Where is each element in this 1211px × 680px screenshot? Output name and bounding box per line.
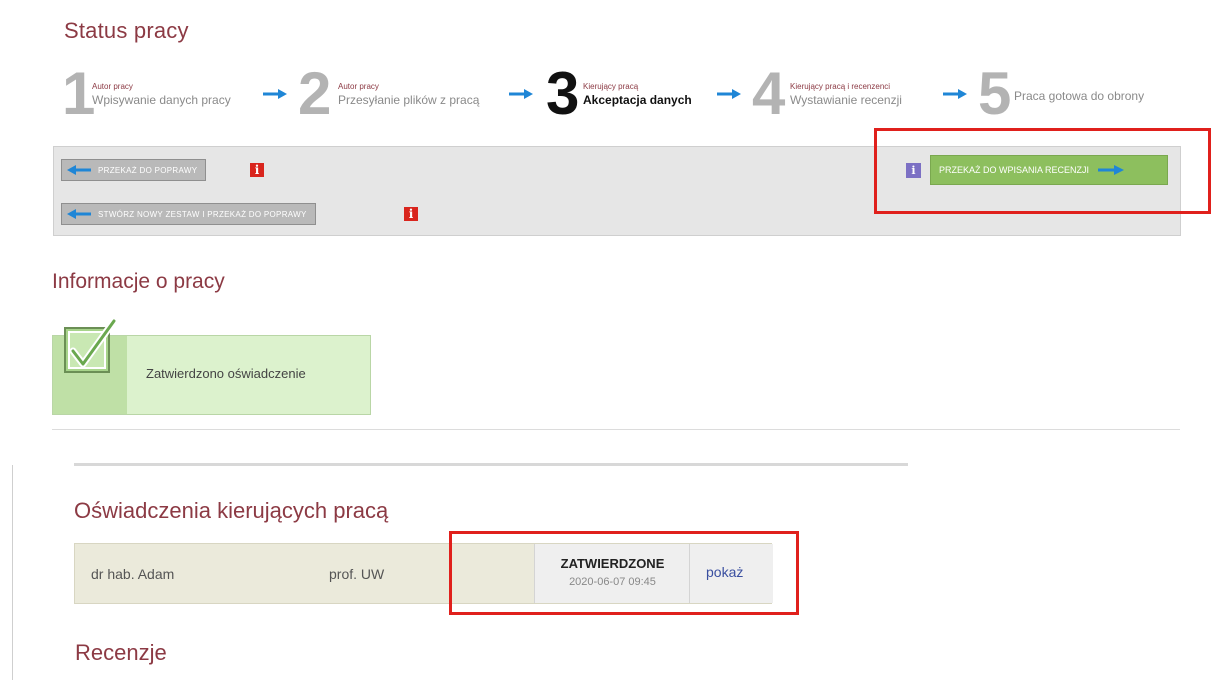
step-label: Przesyłanie plików z pracą	[338, 93, 480, 107]
step-role: Kierujący pracą	[583, 82, 639, 91]
step-label: Wystawianie recenzji	[790, 93, 902, 107]
button-label: PRZEKAŻ DO POPRAWY	[98, 165, 198, 175]
arrow-right-icon	[942, 88, 968, 100]
step-role: Autor pracy	[338, 82, 379, 91]
step-label: Praca gotowa do obrony	[1014, 89, 1145, 103]
arrow-left-icon	[67, 165, 91, 175]
button-label: STWÓRZ NOWY ZESTAW I PRZEKAŻ DO POPRAWY	[98, 209, 307, 219]
step-number: 5	[978, 60, 1012, 127]
new-set-return-button[interactable]: STWÓRZ NOWY ZESTAW I PRZEKAŻ DO POPRAWY	[61, 203, 316, 225]
statement-text: Zatwierdzono oświadczenie	[146, 366, 306, 381]
step-role: Autor pracy	[92, 82, 133, 91]
section-title: Recenzje	[75, 640, 167, 665]
section-title: Oświadczenia kierujących pracą	[74, 498, 389, 523]
supervisor-title: prof. UW	[329, 566, 385, 582]
divider	[74, 463, 908, 466]
step-role: Kierujący pracą i recenzenci	[790, 82, 891, 91]
arrow-left-icon	[67, 209, 91, 219]
step-label: Wpisywanie danych pracy	[92, 93, 231, 107]
step-number: 1	[62, 60, 96, 127]
section-title: Informacje o pracy	[52, 270, 225, 293]
checkmark-icon	[64, 317, 118, 373]
step-number: 2	[298, 60, 332, 127]
arrow-right-icon	[508, 88, 534, 100]
arrow-right-icon	[716, 88, 742, 100]
info-icon[interactable]: i	[404, 207, 418, 221]
status-title: Status pracy	[64, 18, 189, 43]
highlight-box	[449, 531, 799, 615]
return-for-correction-button[interactable]: PRZEKAŻ DO POPRAWY	[61, 159, 207, 181]
arrow-right-icon	[262, 88, 288, 100]
divider	[52, 429, 1180, 430]
info-icon[interactable]: i	[250, 163, 264, 177]
highlight-box	[874, 128, 1211, 214]
step-number: 3	[546, 60, 580, 127]
step-number: 4	[752, 60, 786, 127]
supervisor-name: dr hab. Adam	[91, 566, 175, 582]
step-label: Akceptacja danych	[583, 93, 692, 107]
divider	[12, 465, 13, 680]
